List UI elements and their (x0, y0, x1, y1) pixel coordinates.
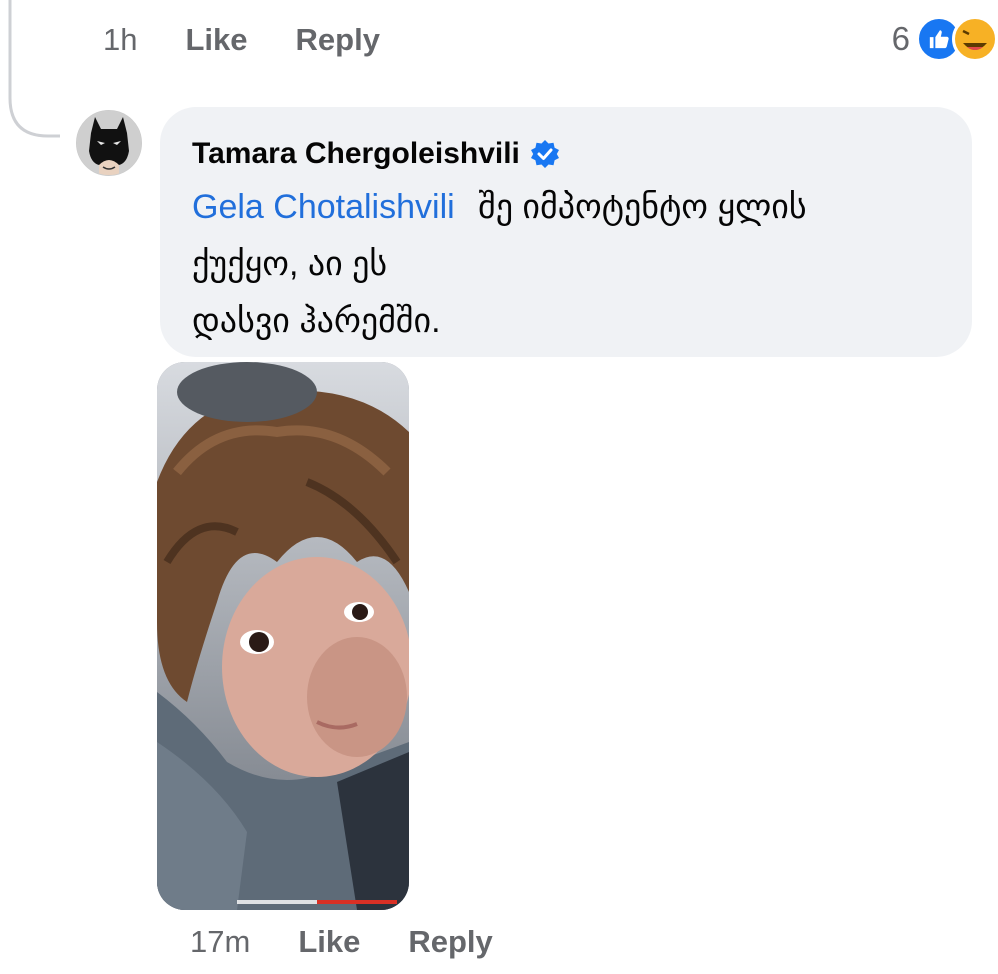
child-photo-image (157, 362, 409, 910)
parent-like-button[interactable]: Like (185, 22, 247, 58)
avatar[interactable] (76, 110, 142, 176)
reply-like-button[interactable]: Like (298, 924, 360, 960)
haha-icon (952, 16, 998, 62)
batman-mask-icon (77, 111, 141, 175)
parent-reply-button[interactable]: Reply (296, 22, 380, 58)
comment-bubble: Tamara Chergoleishvili Gela Chotalishvil… (160, 107, 972, 357)
comment-text-line-3: დასვი ჰარემში. (192, 302, 441, 340)
verified-badge-icon (530, 140, 559, 168)
parent-comment-time[interactable]: 1h (103, 22, 137, 58)
comment-author-row: Tamara Chergoleishvili (192, 137, 940, 171)
attached-photo[interactable] (157, 362, 409, 910)
comment-text-line-1: შე იმპოტენტო ყლის (478, 188, 807, 226)
reply-reply-button[interactable]: Reply (408, 924, 492, 960)
reply-comment-time[interactable]: 17m (190, 924, 250, 960)
comment-text: Gela Chotalishvili შე იმპოტენტო ყლის ქუქ… (192, 179, 952, 350)
mention-link[interactable]: Gela Chotalishvili (192, 188, 455, 226)
parent-comment-actions: 1h Like Reply (103, 22, 380, 58)
reaction-count: 6 (891, 20, 910, 57)
comment-text-line-2: ქუქყო, აი ეს (192, 245, 388, 283)
reaction-summary[interactable]: 6 (892, 16, 998, 62)
comment-author-name[interactable]: Tamara Chergoleishvili (192, 137, 520, 171)
reply-comment-actions: 17m Like Reply (190, 924, 493, 960)
thread-connector-line (8, 0, 60, 138)
